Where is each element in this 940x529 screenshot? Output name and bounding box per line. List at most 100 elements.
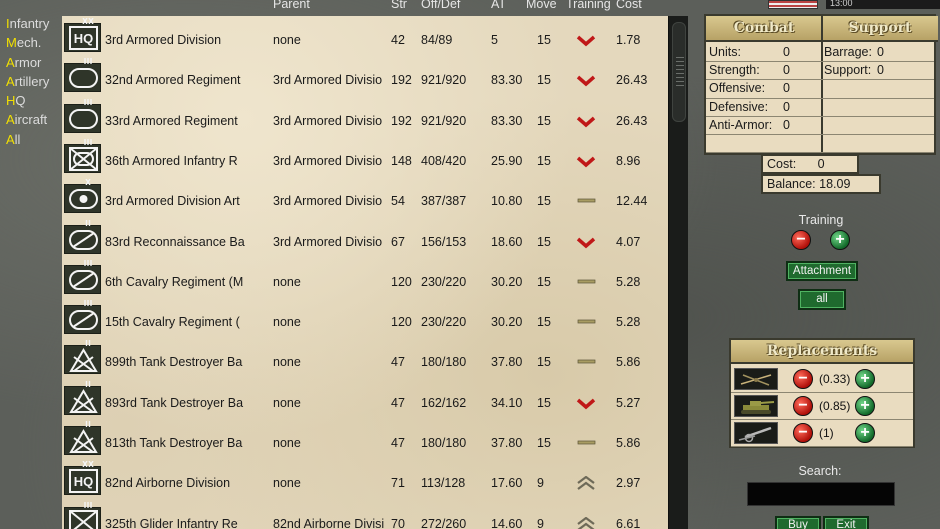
table-row[interactable]: 813th Tank Destroyer Ba none 47 180/180 37.8… [62, 419, 668, 459]
unit-parent: none [273, 395, 301, 410]
attachment-button[interactable]: Attachment [786, 261, 858, 281]
replacement-increase-button[interactable]: + [855, 423, 875, 443]
unit-offdef: 162/162 [421, 395, 467, 410]
unit-move: 15 [537, 234, 551, 249]
unit-str: 148 [391, 153, 412, 168]
echelon-iii-icon [78, 56, 92, 65]
unit-at: 37.80 [491, 436, 523, 450]
unit-hq-icon: HQ [64, 461, 101, 496]
unit-str: 120 [391, 315, 412, 330]
header-move[interactable]: Move [526, 0, 557, 11]
unit-artillery-icon [64, 179, 101, 214]
support-stat-value: 0 [877, 63, 884, 78]
replacement-increase-button[interactable]: + [855, 396, 875, 416]
training-increase-button[interactable]: + [830, 230, 850, 250]
echelon-x-icon [78, 177, 91, 186]
filter-label: rtillery [14, 73, 50, 89]
filter-item[interactable]: Mech. [0, 33, 62, 52]
unit-move: 15 [537, 436, 551, 450]
unit-parent: none [273, 355, 301, 370]
unit-str: 47 [391, 436, 405, 450]
table-row[interactable]: HQ 3rd Armored Division none 42 84/89 5 15 1.78 [62, 16, 668, 56]
table-row[interactable]: HQ 82nd Airborne Division none 71 113/128 17.… [62, 459, 668, 499]
unit-offdef: 180/180 [421, 355, 467, 370]
nation-flag-icon [768, 0, 818, 9]
table-row[interactable]: 325th Glider Infantry Re 82nd Airborne Di… [62, 500, 668, 529]
unit-name: 36th Armored Infantry R [105, 153, 238, 168]
training-down-icon [575, 33, 597, 47]
buy-button[interactable]: Buy [775, 516, 821, 529]
unit-recon-icon [64, 259, 101, 294]
table-scrollbar[interactable] [668, 16, 688, 529]
search-input[interactable] [747, 482, 895, 506]
scroll-thumb[interactable] [672, 22, 686, 122]
tank-icon [734, 395, 778, 417]
table-row[interactable]: 899th Tank Destroyer Ba none 47 180/180 37.8… [62, 338, 668, 378]
combat-stat-label: Units: [709, 45, 741, 59]
unit-parent: 3rd Armored Divisio [273, 194, 383, 209]
training-flat-icon [575, 275, 597, 289]
unit-name: 899th Tank Destroyer Ba [105, 355, 243, 370]
header-at[interactable]: AT [491, 0, 506, 11]
filter-item[interactable]: All [0, 130, 62, 149]
unit-tank-destroyer-icon [64, 380, 101, 415]
unit-move: 15 [537, 194, 551, 209]
exit-button[interactable]: Exit [823, 516, 869, 529]
echelon-ii-icon [78, 218, 91, 226]
filter-item[interactable]: Aircraft [0, 110, 62, 129]
filter-item[interactable]: Artillery [0, 72, 62, 91]
training-decrease-button[interactable]: − [791, 230, 811, 250]
training-flat-icon [575, 355, 597, 369]
artillery-gun-icon [734, 422, 778, 444]
unit-at: 5 [491, 33, 498, 47]
table-row[interactable]: 33rd Armored Regiment 3rd Armored Divisio… [62, 97, 668, 137]
table-row[interactable]: 15th Cavalry Regiment (none 120 230/220 30.… [62, 298, 668, 338]
replacement-decrease-button[interactable]: − [793, 396, 813, 416]
combat-stat-value: 0 [783, 117, 790, 132]
table-row[interactable]: 36th Armored Infantry R 3rd Armored Divis… [62, 137, 668, 177]
header-parent[interactable]: Parent [273, 0, 310, 11]
unit-name: 15th Cavalry Regiment ( [105, 315, 240, 330]
header-cost[interactable]: Cost [616, 0, 642, 11]
unit-str: 54 [391, 194, 405, 209]
unit-name: 32nd Armored Regiment [105, 73, 241, 88]
unit-cost: 4.07 [616, 234, 641, 249]
top-readout: 13:00 [826, 0, 940, 9]
echelon-ii-icon [78, 419, 91, 427]
replacement-increase-button[interactable]: + [855, 369, 875, 389]
filter-item[interactable]: Infantry [0, 14, 62, 33]
replacement-value: (1) [819, 426, 834, 440]
table-row[interactable]: 6th Cavalry Regiment (M none 120 230/220 30.… [62, 258, 668, 298]
training-down-icon [575, 396, 597, 410]
support-title: Support [822, 16, 938, 42]
echelon-xx-icon [78, 16, 94, 24]
unit-cost: 8.96 [616, 153, 641, 168]
filter-label: rmor [14, 54, 42, 70]
unit-name: 3rd Armored Division Art [105, 194, 240, 209]
filter-item[interactable]: HQ [0, 91, 62, 110]
training-flat-icon [575, 315, 597, 329]
table-row[interactable]: 893rd Tank Destroyer Ba none 47 162/162 34.1… [62, 379, 668, 419]
filter-item[interactable]: Armor [0, 53, 62, 72]
unit-cost: 6.61 [616, 516, 641, 529]
combat-stat-label: Defensive: [709, 99, 769, 114]
filter-label: ll [14, 131, 21, 147]
training-label: Training [798, 213, 844, 227]
header-str[interactable]: Str [391, 0, 407, 11]
unit-armored-infantry-icon [64, 138, 101, 173]
unit-recon-icon [64, 219, 101, 254]
replacement-decrease-button[interactable]: − [793, 369, 813, 389]
unit-infantry-icon [64, 501, 101, 529]
header-offdef[interactable]: Off/Def [421, 0, 460, 11]
unit-at: 17.60 [491, 476, 523, 491]
all-button[interactable]: all [798, 289, 846, 310]
table-row[interactable]: 3rd Armored Division Art 3rd Armored Divi… [62, 177, 668, 217]
table-row[interactable]: 83rd Reconnaissance Ba 3rd Armored Divisi… [62, 218, 668, 258]
unit-str: 67 [391, 234, 405, 249]
table-row[interactable]: 32nd Armored Regiment 3rd Armored Divisio… [62, 56, 668, 96]
unit-at: 37.80 [491, 355, 523, 370]
unit-move: 15 [537, 73, 551, 88]
replacement-decrease-button[interactable]: − [793, 423, 813, 443]
header-training[interactable]: Training [566, 0, 611, 11]
support-stat-value: 0 [877, 45, 884, 59]
